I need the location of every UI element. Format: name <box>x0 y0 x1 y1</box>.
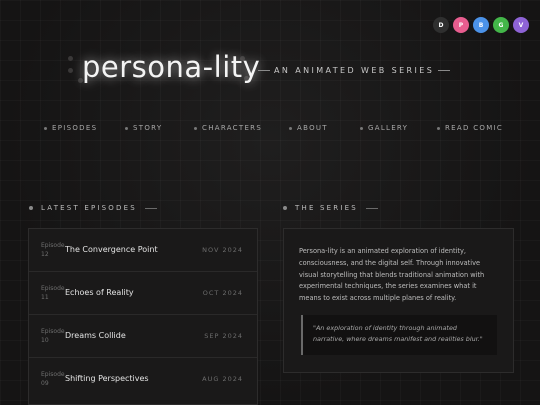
bullet-icon <box>360 126 363 130</box>
divider <box>144 207 157 209</box>
platform-links: D P B G V <box>433 17 529 33</box>
series-quote: "An exploration of identity through anim… <box>301 315 497 355</box>
episode-date: AUG 2024 <box>202 375 243 383</box>
episode-list: Episode 12 The Convergence Point NOV 202… <box>28 228 258 405</box>
b-platform-icon[interactable]: B <box>473 17 489 33</box>
episode-title: Dreams Collide <box>65 331 126 340</box>
episode-label: Episode <box>41 285 65 292</box>
decorative-dot-icon <box>68 56 73 61</box>
episode-title: The Convergence Point <box>65 245 158 254</box>
bullet-icon <box>194 126 197 130</box>
nav-item-label: STORY <box>133 124 163 132</box>
episode-title: Shifting Perspectives <box>65 374 149 383</box>
divider <box>258 70 270 71</box>
nav-item-read-comic[interactable]: READ COMIC <box>437 124 503 132</box>
bullet-icon <box>125 126 128 130</box>
episode-number-value: 10 <box>41 337 49 344</box>
nav-item-about[interactable]: ABOUT <box>289 124 328 132</box>
episode-number-value: 09 <box>41 380 49 387</box>
episode-row[interactable]: Episode 12 The Convergence Point NOV 202… <box>29 229 257 272</box>
hero: persona-lity AN ANIMATED WEB SERIES <box>0 50 540 96</box>
nav-item-characters[interactable]: CHARACTERS <box>194 124 262 132</box>
p-platform-icon[interactable]: P <box>453 17 469 33</box>
episode-number: Episode 09 <box>41 370 65 388</box>
tagline: AN ANIMATED WEB SERIES <box>274 66 435 75</box>
episode-label: Episode <box>41 371 65 378</box>
episode-label: Episode <box>41 328 65 335</box>
episode-row[interactable]: Episode 10 Dreams Collide SEP 2024 <box>29 315 257 358</box>
episode-number: Episode 10 <box>41 327 65 345</box>
bullet-icon <box>289 126 292 130</box>
episode-number: Episode 12 <box>41 241 65 259</box>
episode-date: SEP 2024 <box>204 332 243 340</box>
site-title[interactable]: persona-lity <box>82 50 260 84</box>
section-title: LATEST EPISODES <box>41 204 137 212</box>
divider <box>365 207 378 209</box>
episode-number-value: 12 <box>41 251 49 258</box>
episode-date: OCT 2024 <box>202 289 243 297</box>
bullet-icon <box>283 206 287 210</box>
main-nav: EPISODES STORY CHARACTERS ABOUT GALLERY … <box>0 124 540 136</box>
bullet-icon <box>44 126 47 130</box>
page: D P B G V persona-lity AN ANIMATED WEB S… <box>0 0 540 405</box>
bullet-icon <box>29 206 33 210</box>
g-platform-icon[interactable]: G <box>493 17 509 33</box>
nav-item-label: CHARACTERS <box>202 124 263 132</box>
episode-row[interactable]: Episode 11 Echoes of Reality OCT 2024 <box>29 272 257 315</box>
nav-item-label: READ COMIC <box>445 124 504 132</box>
nav-item-label: EPISODES <box>52 124 98 132</box>
nav-item-label: ABOUT <box>297 124 328 132</box>
decorative-dot-icon <box>68 68 73 73</box>
series-card: Persona-lity is an animated exploration … <box>283 228 514 373</box>
d-platform-icon[interactable]: D <box>433 17 449 33</box>
section-title: THE SERIES <box>295 204 358 212</box>
nav-item-gallery[interactable]: GALLERY <box>360 124 408 132</box>
nav-item-label: GALLERY <box>368 124 409 132</box>
divider <box>438 70 451 71</box>
nav-item-episodes[interactable]: EPISODES <box>44 124 97 132</box>
episode-label: Episode <box>41 242 65 249</box>
episode-number: Episode 11 <box>41 284 65 302</box>
series-description: Persona-lity is an animated exploration … <box>299 247 485 303</box>
v-platform-icon[interactable]: V <box>513 17 529 33</box>
episode-number-value: 11 <box>41 294 49 301</box>
episode-title: Echoes of Reality <box>65 288 134 297</box>
episode-date: NOV 2024 <box>202 246 243 254</box>
episode-row[interactable]: Episode 09 Shifting Perspectives AUG 202… <box>29 358 257 401</box>
nav-item-story[interactable]: STORY <box>125 124 162 132</box>
bullet-icon <box>437 126 440 130</box>
latest-episodes-heading: LATEST EPISODES <box>29 204 157 212</box>
the-series-heading: THE SERIES <box>283 204 378 212</box>
tagline-group: AN ANIMATED WEB SERIES <box>258 66 451 75</box>
